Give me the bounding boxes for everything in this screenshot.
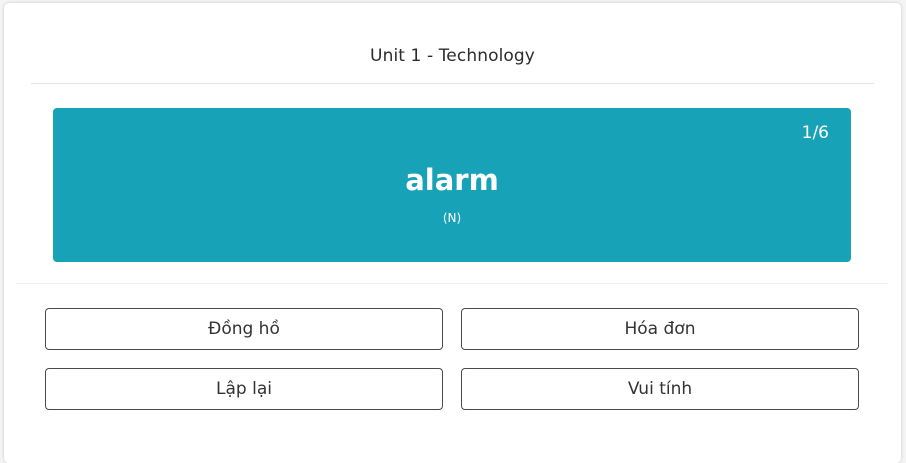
- flashcard-panel: Unit 1 - Technology 1/6 alarm (N) Đồng h…: [4, 3, 901, 463]
- answer-option-button[interactable]: Vui tính: [461, 368, 859, 410]
- card-counter: 1/6: [801, 123, 829, 143]
- vocabulary-word: alarm: [405, 163, 499, 197]
- part-of-speech: (N): [442, 211, 462, 225]
- section-divider: [16, 283, 888, 284]
- answer-option-button[interactable]: Lập lại: [45, 368, 443, 410]
- lesson-header: Unit 1 - Technology: [31, 3, 874, 84]
- answer-option-button[interactable]: Hóa đơn: [461, 308, 859, 350]
- vocabulary-card: 1/6 alarm (N): [53, 108, 851, 262]
- answer-options: Đồng hồ Hóa đơn Lập lại Vui tính: [45, 308, 859, 410]
- lesson-title: Unit 1 - Technology: [370, 46, 535, 66]
- answer-option-button[interactable]: Đồng hồ: [45, 308, 443, 350]
